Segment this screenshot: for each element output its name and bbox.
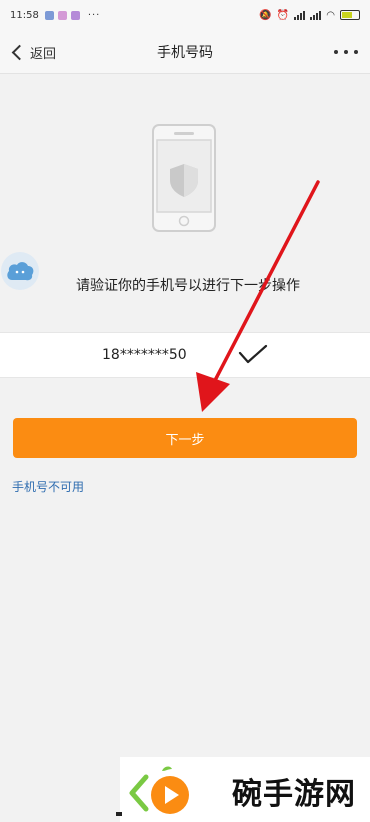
dot-icon (344, 50, 348, 54)
chevron-left-icon (11, 44, 28, 60)
watermark-logo (129, 766, 189, 814)
watermark: 碗手游网 (120, 757, 370, 822)
checkmark-icon (238, 344, 268, 364)
battery-icon (340, 10, 360, 20)
back-button[interactable]: 返回 (8, 30, 56, 74)
dot-icon (354, 50, 358, 54)
watermark-text: 碗手游网 (232, 777, 356, 812)
more-options-button[interactable] (334, 44, 358, 60)
status-bar: 11:58 ··· 🔕 ⏰ ◠ (0, 0, 370, 30)
verify-prompt: 请验证你的手机号以进行下一步操作 (76, 278, 300, 294)
notification-app-icon (44, 10, 54, 20)
alarm-icon: ⏰ (276, 9, 290, 21)
signal-icon (294, 10, 306, 20)
wifi-icon: ◠ (326, 9, 335, 21)
back-label: 返回 (30, 46, 57, 62)
more-notifications-indicator: ··· (87, 9, 101, 21)
silent-icon: 🔕 (259, 9, 272, 21)
notification-app-icon (70, 10, 80, 20)
dot-icon (334, 50, 338, 54)
phone-number-option[interactable]: 18*******50 (0, 332, 370, 378)
phone-unavailable-link[interactable]: 手机号不可用 (12, 478, 84, 495)
nav-bar: 返回 手机号码 (0, 30, 370, 74)
signal-icon (310, 10, 322, 20)
status-icons: 🔕 ⏰ ◠ (259, 10, 360, 21)
phone-number: 18*******50 (102, 347, 187, 363)
phone-shield-illustration (152, 124, 216, 232)
notification-app-icon (57, 10, 67, 20)
home-indicator (116, 812, 122, 816)
status-time: 11:58 (10, 9, 39, 21)
next-step-button[interactable]: 下一步 (13, 418, 357, 458)
battery-level (342, 12, 353, 18)
